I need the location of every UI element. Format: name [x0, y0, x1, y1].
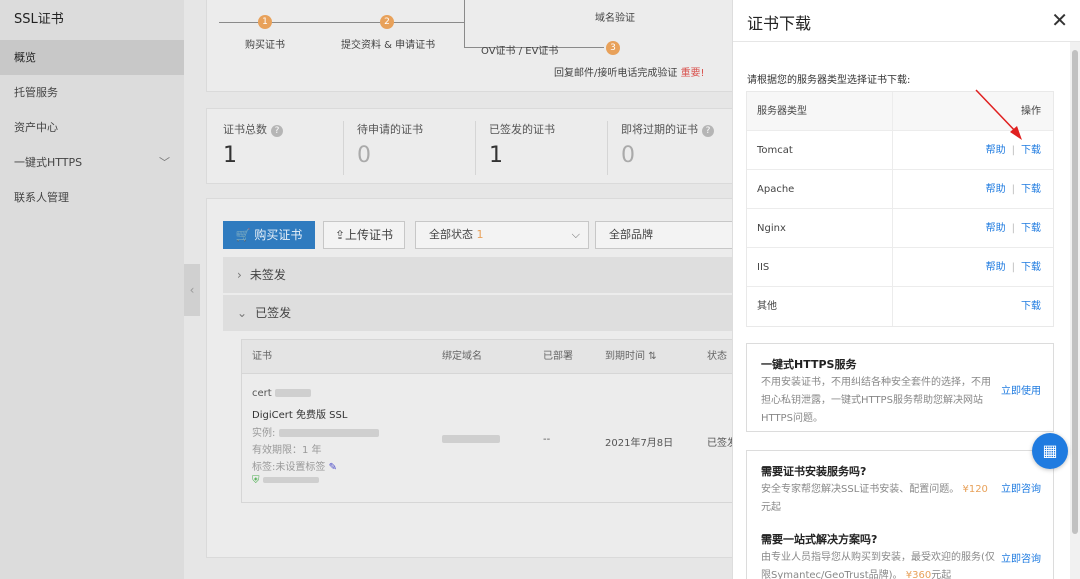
server-name: Apache	[757, 184, 795, 195]
cert-instance: 实例:	[252, 424, 379, 439]
close-icon[interactable]: ✕	[1051, 8, 1068, 32]
https-service-box: 一键式HTTPS服务 不用安装证书，不用纠结各种安全套件的选择，不用担心私钥泄露…	[746, 343, 1054, 432]
consult-install-link[interactable]: 立即咨询	[1001, 480, 1041, 495]
cert-type: DigiCert 免费版 SSL	[252, 410, 348, 421]
sort-expiry-header[interactable]: 到期时间 ⇅	[605, 340, 657, 374]
step-2-badge: 2	[380, 15, 394, 29]
status-filter-select[interactable]: 全部状态 1 ⌵	[415, 221, 589, 249]
stat-expiring: 即将过期的证书? 0	[621, 121, 714, 168]
stat-pending-value: 0	[357, 143, 371, 168]
server-name: Tomcat	[757, 145, 793, 156]
step-3-badge: 3	[606, 41, 620, 55]
cert-table: 证书 绑定域名 已部署 到期时间 ⇅ 状态 cert DigiCert 免费版 …	[241, 339, 732, 503]
expiry-value: 2021年7月8日	[605, 438, 674, 449]
upload-icon: ⇪	[334, 228, 346, 242]
help-link-nginx[interactable]: 帮助	[986, 223, 1006, 234]
help-icon[interactable]: ?	[702, 125, 714, 137]
consult-solution-link[interactable]: 立即咨询	[1001, 550, 1041, 565]
ov-ev-label: OV证书 / EV证书	[481, 46, 559, 57]
solution-title: 需要一站式解决方案吗?	[761, 533, 878, 546]
download-link-nginx[interactable]: 下载	[1021, 223, 1041, 234]
help-link-iis[interactable]: 帮助	[986, 262, 1006, 273]
help-link-tomcat[interactable]: 帮助	[986, 145, 1006, 156]
urgent-tag: 重要!	[680, 68, 705, 79]
step-1-badge: 1	[258, 15, 272, 29]
table-row: IIS 帮助 | 下载	[747, 248, 1053, 287]
steps-card: 1 购买证书 2 提交资料 & 申请证书 域名验证 OV证书 / EV证书 3 …	[206, 0, 732, 92]
table-row: 其他 下载	[747, 287, 1053, 326]
server-name: 其他	[757, 301, 777, 312]
use-now-link[interactable]: 立即使用	[1001, 382, 1041, 397]
sidebar-item-asset-center[interactable]: 资产中心	[0, 110, 184, 145]
sidebar-collapse-handle[interactable]: ‹	[184, 264, 200, 316]
cert-security: ⛨	[252, 475, 319, 486]
sidebar-item-one-click-https[interactable]: 一键式HTTPS ﹀	[0, 145, 184, 180]
sort-icon: ⇅	[648, 351, 657, 362]
sidebar-title: SSL证书	[14, 12, 64, 27]
buy-cert-button[interactable]: 🛒 购买证书	[223, 221, 315, 249]
solution-desc: 由专业人员指导您从购买到安装，最受欢迎的服务(仅限Symantec/GeoTru…	[761, 552, 995, 579]
group-issued[interactable]: ⌄ 已签发	[223, 295, 732, 331]
chevron-down-icon: ⌄	[237, 306, 248, 320]
sidebar-item-overview[interactable]: 概览	[0, 40, 184, 75]
stat-issued: 已签发的证书 1	[489, 123, 555, 168]
deployed-value: --	[543, 434, 551, 445]
drawer-title: 证书下载	[747, 14, 812, 33]
step-2-label: 提交资料 & 申请证书	[341, 40, 436, 51]
https-service-title: 一键式HTTPS服务	[761, 358, 857, 371]
cert-name: cert	[252, 388, 311, 399]
help-icon[interactable]: ?	[271, 125, 283, 137]
bound-domain	[442, 434, 500, 445]
brand-filter-select[interactable]: 全部品牌	[595, 221, 732, 249]
sidebar-item-label: 一键式HTTPS	[14, 156, 83, 169]
drawer-header: 证书下载 ✕	[733, 0, 1080, 42]
install-service-title: 需要证书安装服务吗?	[761, 465, 867, 478]
cert-tag: 标签:未设置标签 ✎	[252, 462, 337, 473]
download-link-tomcat[interactable]: 下载	[1021, 145, 1041, 156]
chevron-down-icon: ﹀	[159, 156, 170, 169]
cart-icon: 🛒	[235, 228, 251, 242]
stat-pending: 待申请的证书 0	[357, 123, 423, 168]
sidebar-item-managed-service[interactable]: 托管服务	[0, 75, 184, 110]
table-row: Nginx 帮助 | 下载	[747, 209, 1053, 248]
table-header: 证书 绑定域名 已部署 到期时间 ⇅ 状态	[242, 340, 732, 374]
chevron-down-icon: ⌵	[571, 228, 580, 241]
server-name: Nginx	[757, 223, 786, 234]
step-1-label: 购买证书	[245, 40, 285, 51]
annotation-arrow	[975, 89, 1022, 140]
install-service-desc: 安全专家帮您解决SSL证书安装、配置问题。 ¥120 元起	[761, 484, 988, 513]
stat-issued-value: 1	[489, 143, 503, 168]
sidebar-item-contacts[interactable]: 联系人管理	[0, 180, 184, 215]
stats-card: 证书总数? 1 待申请的证书 0 已签发的证书 1 即将过期的证书? 0	[206, 108, 732, 184]
step-3-label: 回复邮件/接听电话完成验证 重要!	[554, 68, 705, 79]
stat-total: 证书总数? 1	[223, 121, 283, 168]
table-row: Apache 帮助 | 下载	[747, 170, 1053, 209]
group-unissued[interactable]: › 未签发	[223, 257, 732, 293]
cert-validity: 有效期限：1 年	[252, 445, 322, 456]
server-name: IIS	[757, 262, 770, 273]
help-link-apache[interactable]: 帮助	[986, 184, 1006, 195]
upload-cert-button[interactable]: ⇪上传证书	[323, 221, 405, 249]
service-offers-box: 需要证书安装服务吗? 安全专家帮您解决SSL证书安装、配置问题。 ¥120 元起…	[746, 450, 1054, 579]
stat-total-value: 1	[223, 143, 237, 168]
download-link-other[interactable]: 下载	[1021, 301, 1041, 312]
main-content: ‹ 1 购买证书 2 提交资料 & 申请证书 域名验证 OV证书 / EV证书 …	[184, 0, 732, 579]
https-service-desc: 不用安装证书，不用纠结各种安全套件的选择，不用担心私钥泄露，一键式HTTPS服务…	[761, 377, 991, 424]
drawer-scrollbar[interactable]	[1070, 42, 1080, 579]
stat-expiring-value: 0	[621, 143, 635, 168]
domain-verify-label: 域名验证	[595, 13, 635, 24]
status-value: 已签发	[707, 438, 732, 449]
chevron-right-icon: ›	[237, 268, 242, 282]
edit-icon[interactable]: ✎	[329, 462, 337, 473]
sidebar: SSL证书 概览 托管服务 资产中心 一键式HTTPS ﹀ 联系人管理	[0, 0, 184, 579]
shield-check-icon: ⛨	[252, 475, 260, 486]
download-link-iis[interactable]: 下载	[1021, 262, 1041, 273]
download-link-apache[interactable]: 下载	[1021, 184, 1041, 195]
apps-grid-icon[interactable]: ▦	[1032, 433, 1068, 469]
cert-list-card: 🛒 购买证书 ⇪上传证书 全部状态 1 ⌵ 全部品牌 › 未签发 ⌄ 已签发 证书 …	[206, 198, 732, 558]
drawer-intro: 请根据您的服务器类型选择证书下载:	[747, 75, 911, 86]
